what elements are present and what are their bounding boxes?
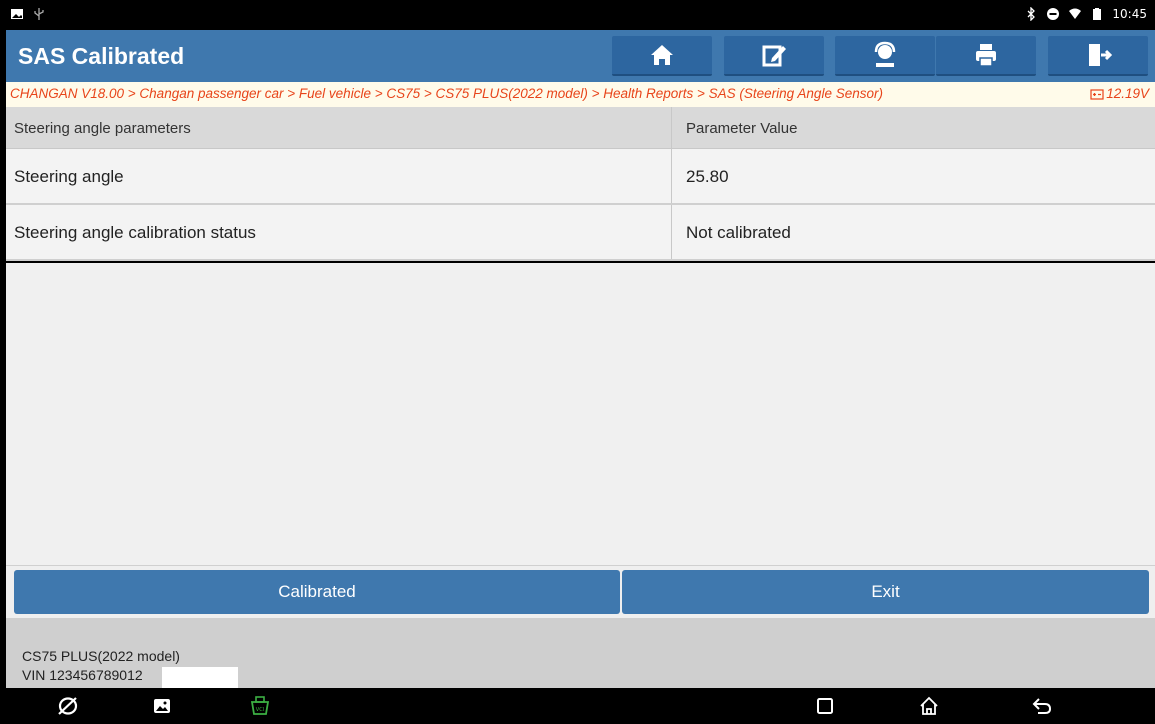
column-header-parameter: Steering angle parameters <box>6 107 672 148</box>
vehicle-vin: VIN 123456789012 <box>22 667 143 683</box>
edit-report-button[interactable] <box>724 36 824 76</box>
table-header: Steering angle parameters Parameter Valu… <box>6 107 1155 149</box>
title-bar: SAS Calibrated <box>6 30 1155 82</box>
breadcrumb-path: CHANGAN V18.00 > Changan passenger car >… <box>10 86 883 101</box>
gallery-icon[interactable] <box>150 694 174 718</box>
support-icon <box>874 41 896 67</box>
browser-icon[interactable] <box>56 694 80 718</box>
status-time: 10:45 <box>1112 7 1147 21</box>
recents-icon[interactable] <box>813 694 837 718</box>
page-title: SAS Calibrated <box>18 43 185 69</box>
vehicle-info-footer: CS75 PLUS(2022 model) VIN 123456789012 <box>6 618 1155 688</box>
action-bar: Calibrated Exit <box>6 566 1155 618</box>
svg-text:VCI: VCI <box>256 707 264 713</box>
parameter-table: Steering angle parameters Parameter Valu… <box>6 107 1155 261</box>
battery-icon <box>1090 7 1104 21</box>
vci-icon[interactable]: VCI <box>248 694 272 718</box>
home-icon <box>651 45 673 65</box>
status-bar: 10:45 <box>0 0 1155 30</box>
bluetooth-icon <box>1024 6 1038 22</box>
wifi-icon <box>1068 7 1082 21</box>
parameter-value: Not calibrated <box>686 223 791 242</box>
parameter-value: 25.80 <box>686 167 729 186</box>
navigation-bar: VCI <box>0 688 1155 724</box>
column-header-value: Parameter Value <box>686 120 798 137</box>
content-area <box>6 263 1155 566</box>
print-icon <box>976 44 996 67</box>
breadcrumb: CHANGAN V18.00 > Changan passenger car >… <box>6 82 1155 107</box>
usb-icon <box>32 7 46 21</box>
voltage-indicator: 12.19V <box>1090 86 1149 101</box>
nav-home-icon[interactable] <box>917 694 941 718</box>
table-row: Steering angle 25.80 <box>6 149 1155 205</box>
exit-icon <box>1089 44 1112 66</box>
exit-button[interactable]: Exit <box>622 570 1149 614</box>
vin-redaction <box>162 667 238 688</box>
vehicle-model: CS75 PLUS(2022 model) <box>22 648 180 664</box>
parameter-name: Steering angle calibration status <box>6 205 672 259</box>
calibrated-button[interactable]: Calibrated <box>14 570 620 614</box>
voltage-value: 12.19V <box>1106 86 1149 101</box>
parameter-name: Steering angle <box>6 149 672 203</box>
edit-icon <box>762 45 786 67</box>
support-button[interactable] <box>835 36 935 76</box>
table-row: Steering angle calibration status Not ca… <box>6 205 1155 261</box>
minus-circle-icon <box>1046 7 1060 21</box>
back-icon[interactable] <box>1030 694 1054 718</box>
exit-app-button[interactable] <box>1048 36 1148 76</box>
image-icon <box>10 7 24 21</box>
car-battery-icon <box>1090 88 1104 100</box>
home-button[interactable] <box>612 36 712 76</box>
print-button[interactable] <box>936 36 1036 76</box>
